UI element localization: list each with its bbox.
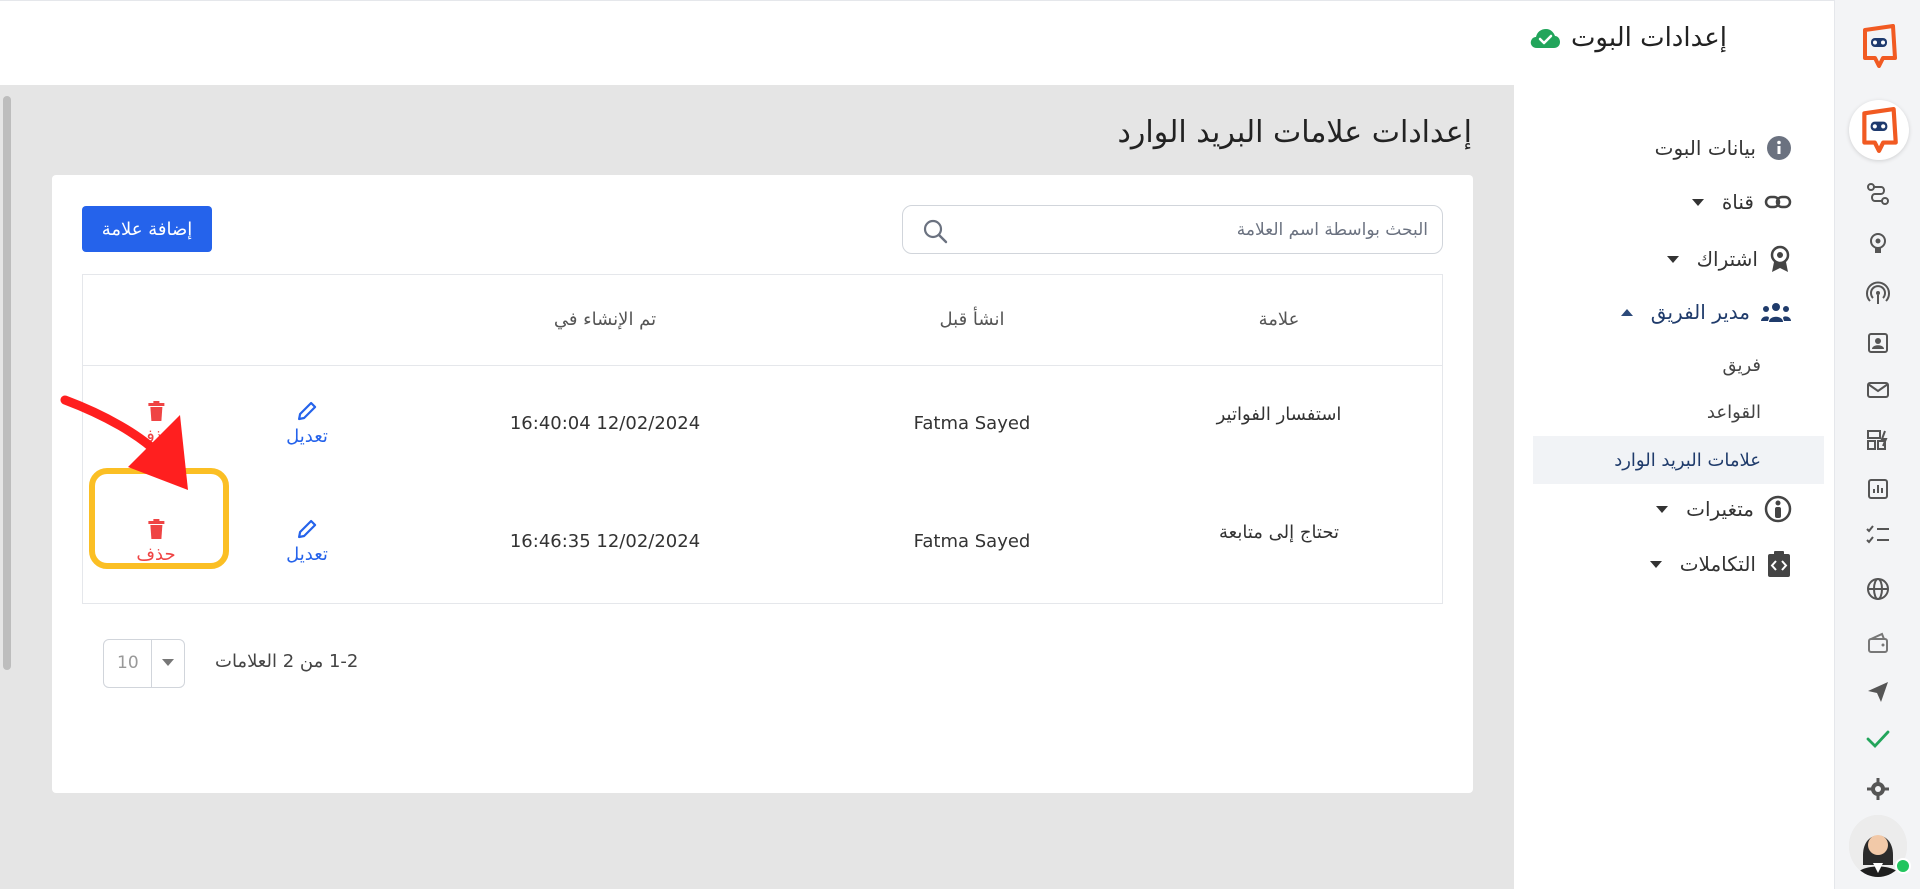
table-row: استفسار الفواتير Fatma Sayed 16:40:04 12… (83, 366, 1442, 484)
brand-logo-icon[interactable] (1859, 24, 1899, 68)
dashboard-icon[interactable] (1865, 427, 1891, 453)
row-created-by: Fatma Sayed (913, 413, 1031, 434)
mail-icon[interactable] (1865, 377, 1891, 403)
chevron-up-icon (1620, 308, 1633, 316)
page-size-value: 10 (117, 653, 139, 673)
chevron-down-icon (1656, 505, 1669, 513)
page-title: إعدادات علامات البريد الوارد (1117, 115, 1472, 150)
chevron-down-icon (1691, 198, 1704, 206)
menu-item-channel[interactable]: قناة (1691, 190, 1792, 214)
row-created-at: 16:46:35 12/02/2024 (509, 531, 701, 552)
labels-table: علامة انشأ قبل تم الإنشاء في استفسار الف… (82, 274, 1443, 604)
link-icon (1764, 195, 1792, 209)
info-icon (1767, 136, 1791, 160)
row-label: تحتاج إلى متابعة (1219, 522, 1339, 543)
chevron-down-icon (1666, 255, 1679, 263)
submenu-item-team[interactable]: فريق (1722, 355, 1761, 376)
flow-icon[interactable] (1865, 181, 1891, 207)
submenu-item-inbox-labels[interactable]: علامات البريد الوارد (1614, 450, 1761, 471)
pencil-icon (297, 401, 317, 421)
icon-rail (1834, 0, 1920, 889)
cloud-check-icon (1530, 29, 1560, 48)
edit-label: تعديل (286, 426, 328, 447)
edit-label: تعديل (286, 544, 328, 565)
online-status-badge (1895, 858, 1911, 874)
column-header-label: علامة (1258, 309, 1300, 330)
edit-button[interactable]: تعديل (286, 400, 328, 447)
row-created-by: Fatma Sayed (913, 531, 1031, 552)
menu-item-team-manager[interactable]: مدير الفريق (1620, 300, 1792, 324)
main-content: إعدادات علامات البريد الوارد إضافة علامة… (0, 85, 1514, 889)
column-header-created-at: تم الإنشاء في (553, 309, 657, 330)
person-circle-icon (1764, 495, 1792, 523)
row-created-at: 16:40:04 12/02/2024 (509, 413, 701, 434)
code-clipboard-icon (1768, 551, 1790, 577)
table-header: علامة انشأ قبل تم الإنشاء في (83, 275, 1442, 366)
row-label: استفسار الفواتير (1216, 404, 1342, 425)
wallet-icon[interactable] (1865, 630, 1891, 656)
menu-item-bot-data[interactable]: بيانات البوت (1655, 135, 1792, 161)
gear-icon[interactable] (1865, 776, 1891, 802)
users-icon (1761, 303, 1791, 322)
analytics-icon[interactable] (1865, 476, 1891, 502)
top-header: إعدادات البوت (0, 0, 1834, 85)
add-label-button[interactable]: إضافة علامة (82, 206, 212, 252)
header-title: إعدادات البوت (1570, 23, 1727, 53)
table-row: تحتاج إلى متابعة Fatma Sayed 16:46:35 12… (83, 484, 1442, 602)
submenu-item-rules[interactable]: القواعد (1707, 402, 1761, 423)
pointer-arrow-icon (60, 395, 188, 490)
pencil-icon (297, 519, 317, 539)
checklist-icon[interactable] (1865, 522, 1891, 548)
labels-card: إضافة علامة علامة انشأ قبل تم الإنشاء في… (52, 175, 1473, 793)
scrollbar[interactable] (3, 96, 11, 670)
brain-bulb-icon[interactable] (1865, 230, 1891, 256)
bot-avatar-active[interactable] (1849, 100, 1909, 160)
chevron-down-icon (162, 659, 174, 666)
award-icon (1770, 245, 1790, 272)
menu-item-subscription[interactable]: اشتراك (1666, 245, 1792, 273)
check-icon[interactable] (1865, 726, 1891, 752)
search-icon[interactable] (921, 217, 949, 245)
bot-logo-icon (1862, 107, 1898, 153)
search-input[interactable] (973, 206, 1428, 253)
pagination-summary: 1-2 من 2 العلامات (215, 651, 359, 672)
page-size-select[interactable]: 10 (103, 639, 185, 688)
column-header-created-by: انشأ قبل (939, 309, 1005, 330)
edit-button[interactable]: تعديل (286, 518, 328, 565)
globe-icon[interactable] (1865, 576, 1891, 602)
settings-menu: بيانات البوت قناة اشتراك مدير الفريق فري… (1514, 85, 1834, 889)
contacts-icon[interactable] (1865, 330, 1891, 356)
send-icon[interactable] (1865, 679, 1891, 705)
chevron-down-icon (1649, 560, 1662, 568)
broadcast-icon[interactable] (1865, 280, 1891, 306)
menu-item-integrations[interactable]: التكاملات (1649, 550, 1792, 578)
search-box (902, 205, 1443, 254)
bot-settings-title: إعدادات البوت (1529, 23, 1727, 53)
menu-item-variables[interactable]: متغيرات (1656, 495, 1792, 523)
